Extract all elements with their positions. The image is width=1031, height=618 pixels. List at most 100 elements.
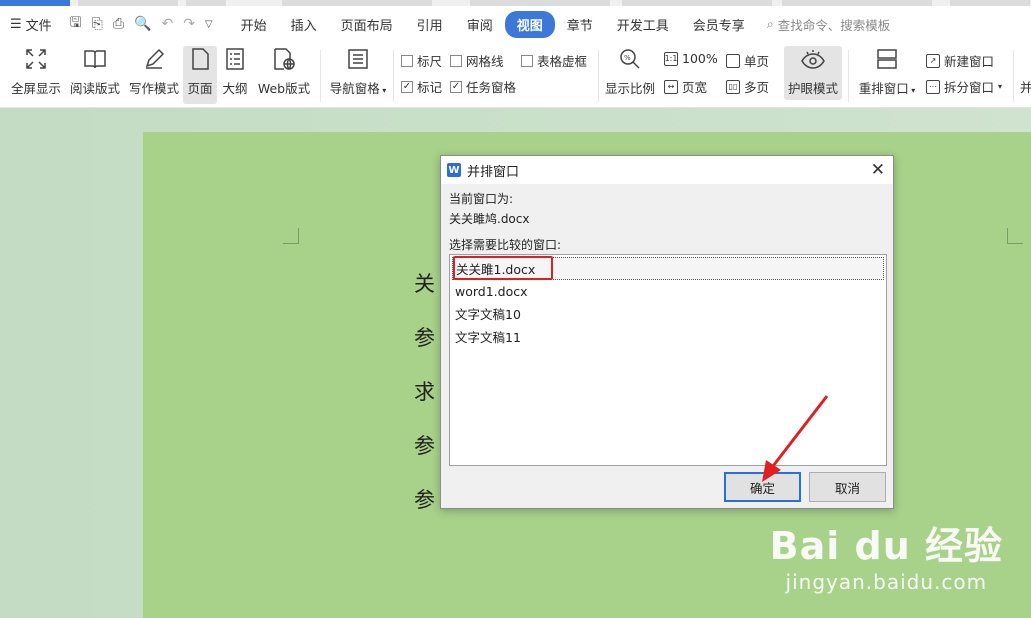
redo-icon[interactable]: ↷ — [183, 16, 195, 32]
current-window-label: 当前窗口为: — [449, 192, 514, 206]
tab-home[interactable]: 开始 — [229, 11, 279, 38]
tab-references[interactable]: 引用 — [405, 11, 455, 38]
tab-developer[interactable]: 开发工具 — [605, 11, 681, 38]
ruler-checkbox[interactable]: 标尺 — [401, 51, 442, 70]
print-preview-icon[interactable]: 🔍 — [134, 16, 151, 32]
command-search[interactable]: ⌕ 查找命令、搜索模板 — [767, 15, 891, 34]
watermark-url: jingyan.baidu.com — [785, 570, 988, 594]
dialog-title-bar: W 并排窗口 — [441, 156, 893, 184]
file-menu[interactable]: ☰ 文件 — [10, 15, 52, 34]
checkbox-box — [450, 54, 462, 67]
nav-pane-button[interactable]: 导航窗格 ▾ — [328, 46, 388, 97]
document-text-line: 参 — [414, 326, 435, 350]
side-by-side-button[interactable]: 并 — [1020, 77, 1031, 96]
chevron-down-icon: ▾ — [998, 82, 1003, 91]
baidu-jingyan-watermark: Bai du 经验 jingyan.baidu.com — [770, 515, 1003, 594]
single-page-button[interactable]: 单页 — [726, 51, 769, 70]
svg-text:%: % — [624, 54, 631, 62]
read-layout-button[interactable]: 阅读版式 — [69, 46, 121, 97]
zoom-100-button[interactable]: 1:1 100% — [664, 51, 718, 66]
margin-corner-mark — [1007, 228, 1023, 244]
hamburger-icon: ☰ — [10, 16, 22, 32]
menu-bar: ☰ 文件 🖫 ⎘ ⎙ 🔍 ↶ ↷ ▽ 开始 插入 页面布局 引用 审阅 视图 章… — [0, 6, 1031, 42]
tab-member[interactable]: 会员专享 — [681, 11, 757, 38]
outline-icon — [222, 46, 248, 72]
separator — [1013, 50, 1014, 102]
tab-insert[interactable]: 插入 — [279, 11, 329, 38]
list-item[interactable]: 文字文稿11 — [452, 326, 884, 349]
page-icon — [187, 46, 213, 72]
view-ribbon: 全屏显示 阅读版式 写作模式 页面 大纲 Web版式 导航窗格 ▾ 标尺 网格线… — [0, 42, 1031, 108]
new-window-icon: ↗ — [926, 53, 940, 68]
separator — [598, 50, 599, 102]
cancel-button[interactable]: 取消 — [809, 472, 886, 502]
arrange-icon — [874, 46, 900, 72]
checkbox-box — [401, 54, 413, 67]
file-menu-label: 文件 — [25, 18, 52, 34]
select-window-label: 选择需要比较的窗口: — [449, 238, 562, 252]
nav-pane-icon — [345, 46, 371, 72]
list-item[interactable]: 文字文稿10 — [452, 303, 884, 326]
web-page-icon — [271, 46, 297, 72]
web-layout-button[interactable]: Web版式 — [256, 46, 312, 97]
page-view-button[interactable]: 页面 — [183, 46, 217, 104]
document-text-line: 参 — [414, 488, 435, 512]
zoom-icon: % — [617, 46, 643, 72]
print-icon[interactable]: ⎙ — [113, 16, 124, 32]
document-text-line: 参 — [414, 434, 435, 458]
chevron-down-icon: ▾ — [908, 86, 916, 95]
pen-icon — [141, 46, 167, 72]
ok-button[interactable]: 确定 — [724, 472, 801, 502]
search-placeholder: 查找命令、搜索模板 — [777, 17, 891, 33]
eye-icon — [800, 46, 826, 72]
separator — [393, 50, 394, 102]
write-mode-button[interactable]: 写作模式 — [128, 46, 180, 97]
export-icon[interactable]: ⎘ — [92, 16, 103, 32]
marks-checkbox[interactable]: ✓ 标记 — [401, 77, 442, 96]
list-item[interactable]: word1.docx — [452, 280, 884, 303]
fullscreen-icon — [23, 46, 49, 72]
multi-page-icon: ▯▯ — [726, 79, 740, 94]
table-gridlines-checkbox[interactable]: 表格虚框 — [521, 51, 587, 70]
highlight-annotation — [453, 256, 553, 280]
single-page-icon — [726, 53, 740, 68]
zoom-ratio-button[interactable]: % 显示比例 — [604, 46, 656, 97]
split-window-button[interactable]: ⋯ 拆分窗口 ▾ — [926, 77, 1002, 96]
side-by-side-dialog: W 并排窗口 ✕ 当前窗口为: 关关雎鸠.docx 选择需要比较的窗口: 关关雎… — [440, 155, 894, 509]
book-icon — [82, 46, 108, 72]
page-width-button[interactable]: ↔ 页宽 — [664, 77, 707, 96]
margin-corner-mark — [283, 228, 299, 244]
quick-access-toolbar: 🖫 ⎘ ⎙ 🔍 ↶ ↷ ▽ — [70, 12, 213, 36]
chevron-down-icon: ▾ — [379, 86, 387, 95]
fullscreen-button[interactable]: 全屏显示 — [10, 46, 62, 97]
watermark-brand: Bai du 经验 — [769, 524, 1003, 568]
checkbox-box — [521, 54, 533, 67]
search-icon: ⌕ — [766, 16, 774, 31]
eye-protect-button[interactable]: 护眼模式 — [784, 46, 842, 100]
separator — [848, 50, 849, 102]
checkmark-icon: ✓ — [401, 80, 413, 93]
current-window-file: 关关雎鸠.docx — [449, 212, 530, 226]
one-to-one-icon: 1:1 — [664, 51, 678, 66]
tab-page-layout[interactable]: 页面布局 — [329, 11, 405, 38]
dialog-title: 并排窗口 — [467, 164, 520, 180]
undo-icon[interactable]: ↶ — [161, 16, 173, 32]
tab-review[interactable]: 审阅 — [455, 11, 505, 38]
task-pane-checkbox[interactable]: ✓ 任务窗格 — [450, 77, 516, 96]
save-icon[interactable]: 🖫 — [70, 12, 82, 36]
close-icon[interactable]: ✕ — [871, 160, 885, 180]
outline-button[interactable]: 大纲 — [220, 46, 250, 97]
page-width-icon: ↔ — [664, 79, 678, 94]
new-window-button[interactable]: ↗ 新建窗口 — [926, 51, 994, 70]
checkmark-icon: ✓ — [450, 80, 462, 93]
tab-view[interactable]: 视图 — [504, 10, 555, 38]
multi-page-button[interactable]: ▯▯ 多页 — [726, 77, 769, 96]
separator — [320, 50, 321, 102]
arrange-windows-button[interactable]: 重排窗口 ▾ — [856, 46, 918, 97]
window-listbox[interactable]: 关关雎1.docx word1.docx 文字文稿10 文字文稿11 — [449, 254, 887, 466]
tab-sections[interactable]: 章节 — [555, 11, 605, 38]
gridlines-checkbox[interactable]: 网格线 — [450, 51, 504, 70]
split-window-icon: ⋯ — [926, 79, 940, 94]
ribbon-tabs: 开始 插入 页面布局 引用 审阅 视图 章节 开发工具 会员专享 — [229, 10, 757, 38]
customize-dropdown-icon[interactable]: ▽ — [205, 19, 213, 30]
